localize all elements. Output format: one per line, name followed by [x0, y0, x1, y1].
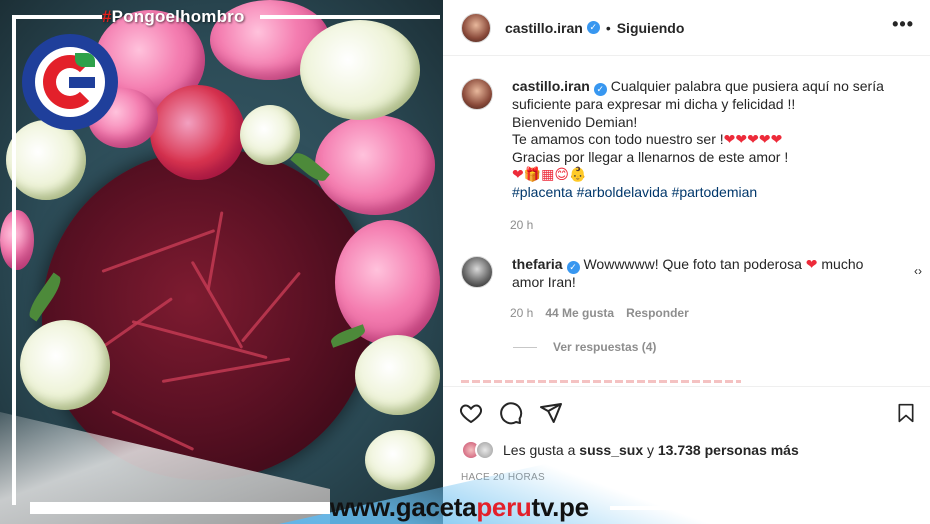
campaign-hashtag: #Pongoelhombro: [102, 7, 245, 26]
hashtag-link[interactable]: #partodemian: [672, 184, 758, 200]
more-options-icon[interactable]: •••: [892, 14, 914, 35]
caption-text-line: suficiente para expresar mi dicha y feli…: [512, 96, 796, 112]
frame-line-top-right: [260, 15, 440, 19]
comment-meta: 20 h 44 Me gusta Responder: [510, 306, 689, 320]
frame-line-left: [12, 15, 16, 505]
likes-count[interactable]: 13.738 personas más: [658, 442, 799, 458]
replies-divider: [513, 346, 537, 348]
url-accent: peru: [476, 492, 532, 522]
avatar: [475, 440, 495, 460]
instagram-post-panel: castillo.iran ✓ • Siguiendo ••• castillo…: [443, 0, 930, 524]
gaceta-logo-icon: [22, 34, 118, 130]
placenta-image: [42, 150, 372, 480]
comment-text: mucho: [821, 256, 864, 272]
comment-likes-count[interactable]: 44 Me gusta: [545, 306, 614, 320]
website-url: www.gacetaperutv.pe: [330, 492, 589, 523]
comment-author[interactable]: thefaria: [512, 256, 563, 272]
comment-item: thefaria ✓ Wowwwww! Que foto tan poderosa…: [461, 256, 921, 292]
post-photo[interactable]: #Pongoelhombro: [0, 0, 443, 524]
caption-text-line: Te amamos con todo nuestro ser !: [512, 131, 724, 147]
author-username[interactable]: castillo.iran: [505, 20, 583, 36]
avatar[interactable]: [461, 12, 491, 43]
url-prefix: www.: [330, 492, 396, 522]
next-comment-cut: [461, 378, 741, 384]
post-header: castillo.iran ✓ • Siguiendo •••: [443, 0, 930, 56]
separator-dot: •: [605, 19, 611, 36]
liker-username[interactable]: suss_sux: [579, 442, 643, 458]
likes-connector: y: [647, 442, 654, 458]
verified-badge-icon: ✓: [566, 261, 580, 274]
heart-emoji: ❤: [805, 256, 818, 272]
verified-badge-icon: ✓: [593, 83, 607, 96]
frame-line-bottom-left: [30, 502, 330, 514]
avatar[interactable]: [461, 256, 493, 288]
view-replies-button[interactable]: Ver respuestas (4): [513, 340, 656, 354]
hashtag-link[interactable]: #placenta: [512, 184, 573, 200]
caption-timestamp[interactable]: 20 h: [510, 218, 533, 232]
hashtag-link[interactable]: #arboldelavida: [577, 184, 668, 200]
liker-avatars: [461, 440, 497, 460]
comment-like-icon[interactable]: ‹›: [914, 264, 922, 278]
frame-line-top-left: [12, 15, 102, 19]
action-bar: [443, 386, 930, 438]
url-suffix: tv.pe: [531, 492, 589, 522]
post-caption: castillo.iran ✓ Cualquier palabra que pus…: [461, 78, 911, 201]
caption-author[interactable]: castillo.iran: [512, 78, 590, 94]
comment-timestamp[interactable]: 20 h: [510, 306, 533, 320]
comment-text: Wowwwww! Que foto tan poderosa: [583, 256, 802, 272]
verified-badge-icon: ✓: [586, 21, 600, 34]
emoji-line: ❤🎁▦😊👶: [512, 166, 587, 182]
bookmark-icon[interactable]: [896, 401, 916, 425]
following-button[interactable]: Siguiendo: [617, 20, 685, 36]
comment-icon[interactable]: [499, 401, 523, 425]
reply-button[interactable]: Responder: [626, 306, 689, 320]
frame-line-bottom-right: [610, 506, 910, 510]
caption-text-line: Bienvenido Demian!: [512, 113, 638, 130]
hearts-emoji: ❤❤❤❤❤: [723, 131, 783, 147]
post-timestamp[interactable]: HACE 20 HORAS: [461, 472, 545, 483]
url-main: gaceta: [395, 492, 477, 522]
likes-summary[interactable]: Les gusta a suss_sux y 13.738 personas m…: [461, 440, 799, 460]
share-icon[interactable]: [539, 401, 563, 425]
caption-text-line: Cualquier palabra que pusiera aquí no se…: [610, 78, 884, 94]
comment-text: amor Iran!: [512, 274, 576, 290]
caption-text-line: Gracias por llegar a llenarnos de este a…: [512, 148, 789, 165]
avatar[interactable]: [461, 78, 493, 110]
view-replies-label: Ver respuestas (4): [553, 340, 657, 354]
likes-prefix: Les gusta a: [503, 442, 576, 458]
heart-icon[interactable]: [459, 401, 483, 425]
